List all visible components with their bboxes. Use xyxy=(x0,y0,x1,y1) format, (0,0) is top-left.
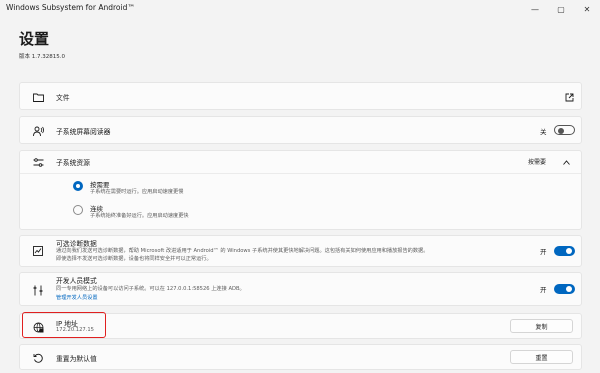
developer-settings-link[interactable]: 管理开发人员设置 xyxy=(56,294,98,301)
radio-on-demand[interactable] xyxy=(73,181,83,191)
screen-reader-card: 子系统屏幕阅读器 关 xyxy=(19,116,582,144)
chart-icon xyxy=(32,245,44,257)
developer-desc: 同一专用网络上的设备可以访问子系统。可以在 127.0.0.1:58526 上连… xyxy=(56,286,245,292)
diagnostics-card: 可选诊断数据 通过向我们发送可选诊断数据，帮助 Microsoft 改进适用于 … xyxy=(19,235,582,267)
files-title: 文件 xyxy=(56,94,70,102)
radio-continuous-desc: 子系统始终准备好运行。应用启动速度更快 xyxy=(90,213,189,219)
screen-reader-toggle[interactable] xyxy=(554,125,575,135)
screen-reader-toggle-label: 关 xyxy=(540,128,547,136)
reset-card: 重置为默认值 重置 xyxy=(19,344,582,370)
close-button[interactable]: ✕ xyxy=(574,0,600,18)
ip-highlight-box xyxy=(22,312,106,338)
accessibility-icon xyxy=(32,125,44,137)
developer-title: 开发人员模式 xyxy=(56,277,97,285)
resources-selected-value: 按需要 xyxy=(528,159,547,166)
resources-title: 子系统资源 xyxy=(56,159,90,167)
diagnostics-toggle[interactable] xyxy=(554,246,575,256)
sliders-icon xyxy=(32,156,44,168)
screen-reader-title: 子系统屏幕阅读器 xyxy=(56,128,111,136)
reset-title: 重置为默认值 xyxy=(56,355,97,363)
title-bar: Windows Subsystem for Android™ — ▢ ✕ xyxy=(0,0,600,18)
version-label: 版本 1.7.32815.0 xyxy=(19,54,65,60)
radio-on-demand-desc: 子系统在需要时运行。应用启动速度更慢 xyxy=(90,189,184,195)
folder-icon xyxy=(32,91,44,103)
developer-toggle[interactable] xyxy=(554,284,575,294)
resources-card: 子系统资源 按需要 按需要 子系统在需要时运行。应用启动速度更慢 连续 子系统始… xyxy=(19,150,582,230)
files-card[interactable]: 文件 xyxy=(19,82,582,110)
window-title: Windows Subsystem for Android™ xyxy=(6,3,135,12)
divider xyxy=(20,173,581,174)
diagnostics-toggle-label: 开 xyxy=(540,248,547,256)
developer-icon xyxy=(32,284,44,296)
page-title: 设置 xyxy=(19,30,50,48)
diagnostics-desc-1: 通过向我们发送可选诊断数据，帮助 Microsoft 改进适用于 Android… xyxy=(56,248,429,254)
maximize-button[interactable]: ▢ xyxy=(548,0,574,18)
radio-continuous[interactable] xyxy=(73,205,83,215)
developer-card: 开发人员模式 同一专用网络上的设备可以访问子系统。可以在 127.0.0.1:5… xyxy=(19,272,582,306)
diagnostics-desc-2: 即使选择不发送可选诊断数据，设备也将同样安全并可以正常运行。 xyxy=(56,256,212,262)
developer-toggle-label: 开 xyxy=(540,286,547,294)
reset-icon xyxy=(32,352,44,364)
open-external-icon[interactable] xyxy=(563,91,575,103)
copy-button[interactable]: 复制 xyxy=(510,319,573,333)
minimize-button[interactable]: — xyxy=(522,0,548,18)
chevron-up-icon[interactable] xyxy=(561,156,571,168)
resources-header[interactable]: 子系统资源 按需要 xyxy=(20,151,581,173)
reset-button[interactable]: 重置 xyxy=(510,350,573,364)
